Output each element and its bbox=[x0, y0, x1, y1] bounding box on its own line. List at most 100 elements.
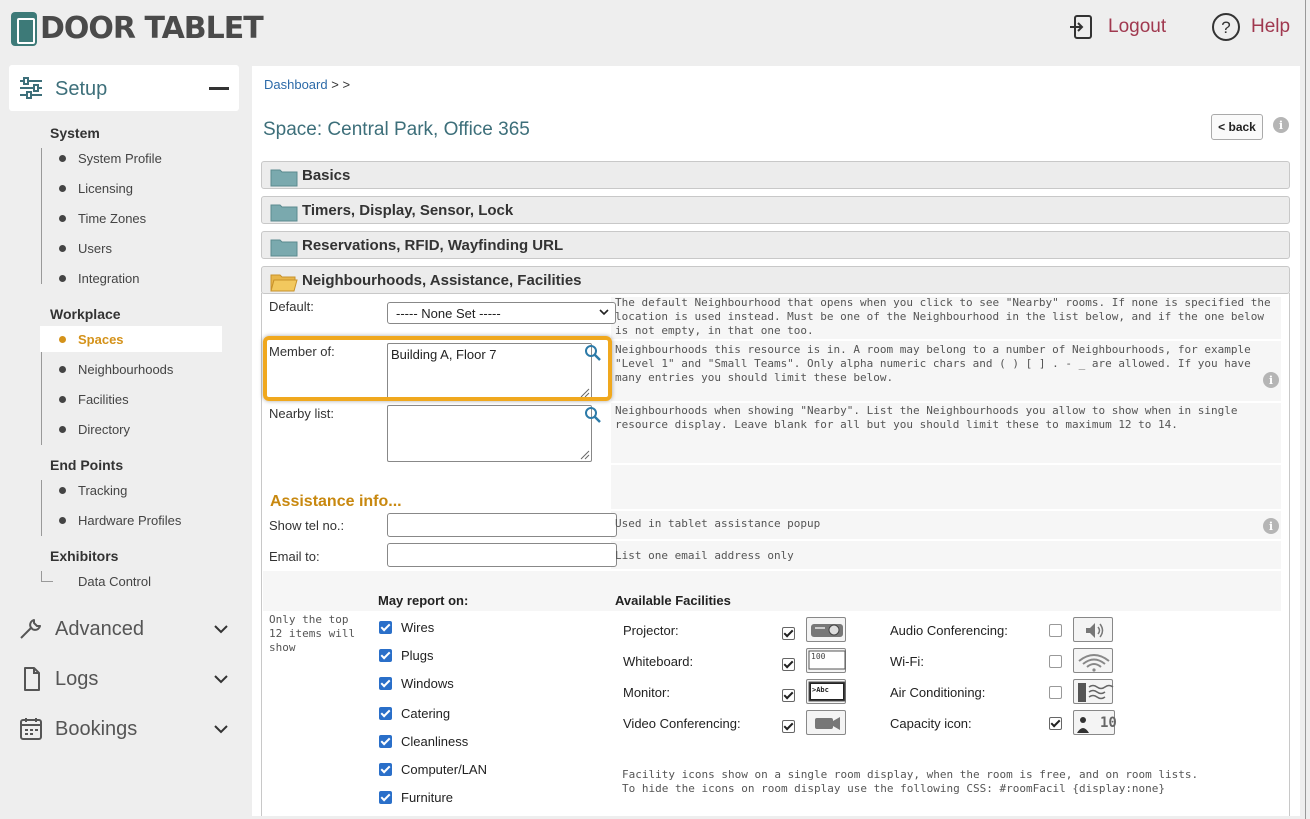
section-end-points: End Points bbox=[50, 457, 124, 473]
sidebar-item-licensing[interactable]: Licensing bbox=[40, 175, 222, 201]
info-icon[interactable]: i bbox=[1263, 518, 1279, 534]
bullet-icon bbox=[59, 185, 66, 192]
sidebar-group-logs[interactable]: Logs bbox=[18, 663, 238, 693]
chevron-down-icon bbox=[214, 725, 228, 734]
capacity-icon-checkbox[interactable] bbox=[1049, 717, 1062, 730]
menu-label: Tracking bbox=[78, 482, 128, 498]
help-link[interactable]: ? Help bbox=[1211, 12, 1290, 42]
sidebar-item-spaces[interactable]: Spaces bbox=[40, 326, 222, 352]
wifi-checkbox[interactable] bbox=[1049, 655, 1062, 668]
report-catering-checkbox[interactable] bbox=[379, 707, 392, 720]
menu-label: Facilities bbox=[78, 391, 129, 407]
report-item-label: Catering bbox=[401, 706, 451, 721]
projector-checkbox[interactable] bbox=[782, 627, 795, 640]
report-cleanliness-checkbox[interactable] bbox=[379, 735, 392, 748]
report-furniture-checkbox[interactable] bbox=[379, 791, 392, 804]
sidebar-item-users[interactable]: Users bbox=[40, 235, 222, 261]
bullet-icon bbox=[59, 275, 66, 282]
bullet-icon bbox=[59, 517, 66, 524]
back-button[interactable]: < back bbox=[1211, 114, 1263, 140]
group-label: Logs bbox=[55, 668, 99, 690]
sidebar-item-integration[interactable]: Integration bbox=[40, 265, 222, 291]
search-icon[interactable] bbox=[584, 406, 602, 424]
sidebar-item-data-control[interactable]: Data Control bbox=[40, 568, 222, 594]
default-neighbourhood-select[interactable]: ----- None Set ----- bbox=[387, 302, 616, 324]
section-label: Reservations, RFID, Wayfinding URL bbox=[302, 237, 564, 254]
menu-label: Licensing bbox=[78, 180, 133, 196]
report-windows-checkbox[interactable] bbox=[379, 677, 392, 690]
whiteboard-checkbox[interactable] bbox=[782, 658, 795, 671]
menu-label: Spaces bbox=[78, 331, 124, 347]
logout-icon bbox=[1070, 15, 1092, 39]
report-item-label: Wires bbox=[401, 620, 435, 635]
member-of-help-text: Neighbourhoods this resource is in. A ro… bbox=[615, 343, 1251, 384]
video-conferencing-checkbox[interactable] bbox=[782, 720, 795, 733]
logout-link[interactable]: Logout bbox=[1068, 12, 1166, 42]
sidebar-item-facilities[interactable]: Facilities bbox=[40, 386, 222, 412]
document-icon bbox=[24, 667, 40, 691]
facility-label: Video Conferencing: bbox=[623, 716, 741, 731]
folder-closed-icon bbox=[270, 169, 298, 187]
assistance-info-heading: Assistance info... bbox=[270, 493, 402, 510]
facility-label: Capacity icon: bbox=[890, 716, 972, 731]
speaker-icon bbox=[1073, 617, 1113, 642]
facility-label: Projector: bbox=[623, 623, 679, 638]
sidebar: Setup System System Profile Licensing Ti… bbox=[0, 62, 250, 819]
facility-label: Whiteboard: bbox=[623, 654, 694, 669]
breadcrumb-separator: > bbox=[331, 77, 339, 92]
info-icon[interactable]: i bbox=[1273, 117, 1289, 133]
sidebar-item-system-profile[interactable]: System Profile bbox=[40, 145, 222, 171]
setup-menu-header[interactable]: Setup bbox=[9, 65, 239, 111]
menu-label: Integration bbox=[78, 270, 140, 286]
sidebar-item-tracking[interactable]: Tracking bbox=[40, 477, 222, 503]
wrench-icon bbox=[20, 619, 41, 639]
monitor-checkbox[interactable] bbox=[782, 689, 795, 702]
folder-open-icon bbox=[270, 274, 298, 292]
help-icon: ? bbox=[1212, 13, 1240, 41]
facility-label: Wi-Fi: bbox=[890, 654, 924, 669]
bullet-icon bbox=[59, 426, 66, 433]
video-camera-icon bbox=[806, 710, 846, 735]
default-help-text: The default Neighbourhood that opens whe… bbox=[615, 296, 1271, 337]
section-timers[interactable]: Timers, Display, Sensor, Lock bbox=[261, 196, 1290, 224]
sliders-icon bbox=[20, 77, 42, 99]
sidebar-item-directory[interactable]: Directory bbox=[40, 416, 222, 442]
audio-conferencing-checkbox[interactable] bbox=[1049, 624, 1062, 637]
report-computer-lan-checkbox[interactable] bbox=[379, 763, 392, 776]
email-to-label: Email to: bbox=[269, 549, 320, 564]
report-wires-checkbox[interactable] bbox=[379, 621, 392, 634]
breadcrumb-dashboard-link[interactable]: Dashboard bbox=[264, 77, 328, 92]
report-plugs-checkbox[interactable] bbox=[379, 649, 392, 662]
may-report-on-heading: May report on: bbox=[378, 593, 469, 608]
resize-grip-icon[interactable] bbox=[578, 448, 590, 460]
sidebar-group-advanced[interactable]: Advanced bbox=[18, 613, 238, 643]
nearby-list-textarea[interactable] bbox=[387, 405, 592, 462]
svg-text:?: ? bbox=[1221, 18, 1230, 37]
nearby-list-label: Nearby list: bbox=[269, 406, 335, 421]
report-item-label: Windows bbox=[401, 676, 454, 691]
sidebar-item-neighbourhoods[interactable]: Neighbourhoods bbox=[40, 356, 222, 382]
bullet-icon bbox=[59, 245, 66, 252]
sidebar-group-bookings[interactable]: Bookings bbox=[18, 713, 238, 743]
email-to-input[interactable] bbox=[387, 543, 617, 567]
collapse-icon[interactable] bbox=[209, 87, 229, 90]
sidebar-item-hardware-profiles[interactable]: Hardware Profiles bbox=[40, 507, 222, 533]
setup-label: Setup bbox=[55, 78, 108, 100]
capacity-icon: 10 bbox=[1073, 710, 1117, 735]
info-icon[interactable]: i bbox=[1263, 372, 1279, 388]
section-label: Timers, Display, Sensor, Lock bbox=[302, 202, 514, 219]
sidebar-item-time-zones[interactable]: Time Zones bbox=[40, 205, 222, 231]
door-tablet-logo[interactable]: DOOR TABLET bbox=[11, 11, 264, 46]
section-label: Basics bbox=[302, 167, 351, 184]
section-neighbourhoods[interactable]: Neighbourhoods, Assistance, Facilities bbox=[261, 266, 1290, 294]
chevron-down-icon bbox=[214, 625, 228, 634]
facility-css-note: To hide the icons on room display use th… bbox=[622, 782, 1166, 795]
chevron-down-icon bbox=[214, 675, 228, 684]
bullet-icon bbox=[59, 155, 66, 162]
logo-text: DOOR TABLET bbox=[40, 11, 264, 46]
section-reservations[interactable]: Reservations, RFID, Wayfinding URL bbox=[261, 231, 1290, 259]
default-label: Default: bbox=[269, 299, 314, 314]
section-basics[interactable]: Basics bbox=[261, 161, 1290, 189]
show-tel-input[interactable] bbox=[387, 513, 617, 537]
air-conditioning-checkbox[interactable] bbox=[1049, 686, 1062, 699]
